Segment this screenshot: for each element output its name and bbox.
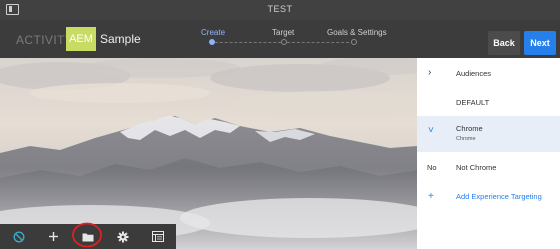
add-experience-targeting-row[interactable]: + Add Experience Targeting [417, 182, 560, 210]
add-experience-targeting-link[interactable]: Add Experience Targeting [456, 192, 542, 201]
highlight-circle [72, 222, 102, 248]
add-icon[interactable] [36, 224, 70, 249]
add-icon[interactable]: + [428, 191, 434, 202]
page-canvas[interactable] [0, 58, 417, 249]
chrome-audience-row[interactable]: ˅ Chrome Chrome [417, 116, 560, 152]
title-bar: TEST [0, 0, 560, 20]
step-create[interactable]: Create [201, 28, 225, 37]
bottom-toolbar [0, 222, 176, 249]
next-button[interactable]: Next [524, 31, 556, 55]
activity-header: ACTIVITY: AEM Sample Create Target Goals… [0, 20, 560, 58]
gear-icon[interactable] [106, 224, 140, 249]
default-experience-row[interactable]: DEFAULT [417, 88, 560, 116]
step-goals-dot [351, 39, 357, 45]
activity-name[interactable]: Sample [100, 32, 141, 46]
aem-badge: AEM [66, 27, 96, 51]
step-connector [287, 42, 354, 43]
chrome-title: Chrome [456, 124, 483, 133]
mountain-hero-image [0, 58, 417, 249]
default-label: DEFAULT [456, 98, 490, 107]
step-goals-settings[interactable]: Goals & Settings [327, 28, 387, 37]
chrome-subtitle: Chrome [456, 136, 476, 142]
step-connector [215, 42, 281, 43]
audience-panel: › Audiences DEFAULT ˅ Chrome Chrome No N… [417, 58, 560, 249]
no-label: No [427, 163, 437, 172]
step-create-dot [209, 39, 215, 45]
audiences-label: Audiences [456, 69, 492, 78]
disable-icon[interactable] [2, 224, 36, 249]
chevron-right-icon[interactable]: › [428, 67, 431, 78]
workflow-steps: Create Target Goals & Settings [195, 28, 395, 54]
not-chrome-label: Not Chrome [456, 163, 497, 172]
audiences-header[interactable]: › Audiences [417, 58, 560, 88]
step-target[interactable]: Target [272, 28, 294, 37]
list-icon[interactable] [141, 224, 175, 249]
chevron-down-icon[interactable]: ˅ [428, 125, 434, 136]
window-title: TEST [267, 4, 293, 14]
back-button[interactable]: Back [488, 31, 520, 55]
step-target-dot [281, 39, 287, 45]
not-chrome-audience-row[interactable]: No Not Chrome [417, 152, 560, 182]
